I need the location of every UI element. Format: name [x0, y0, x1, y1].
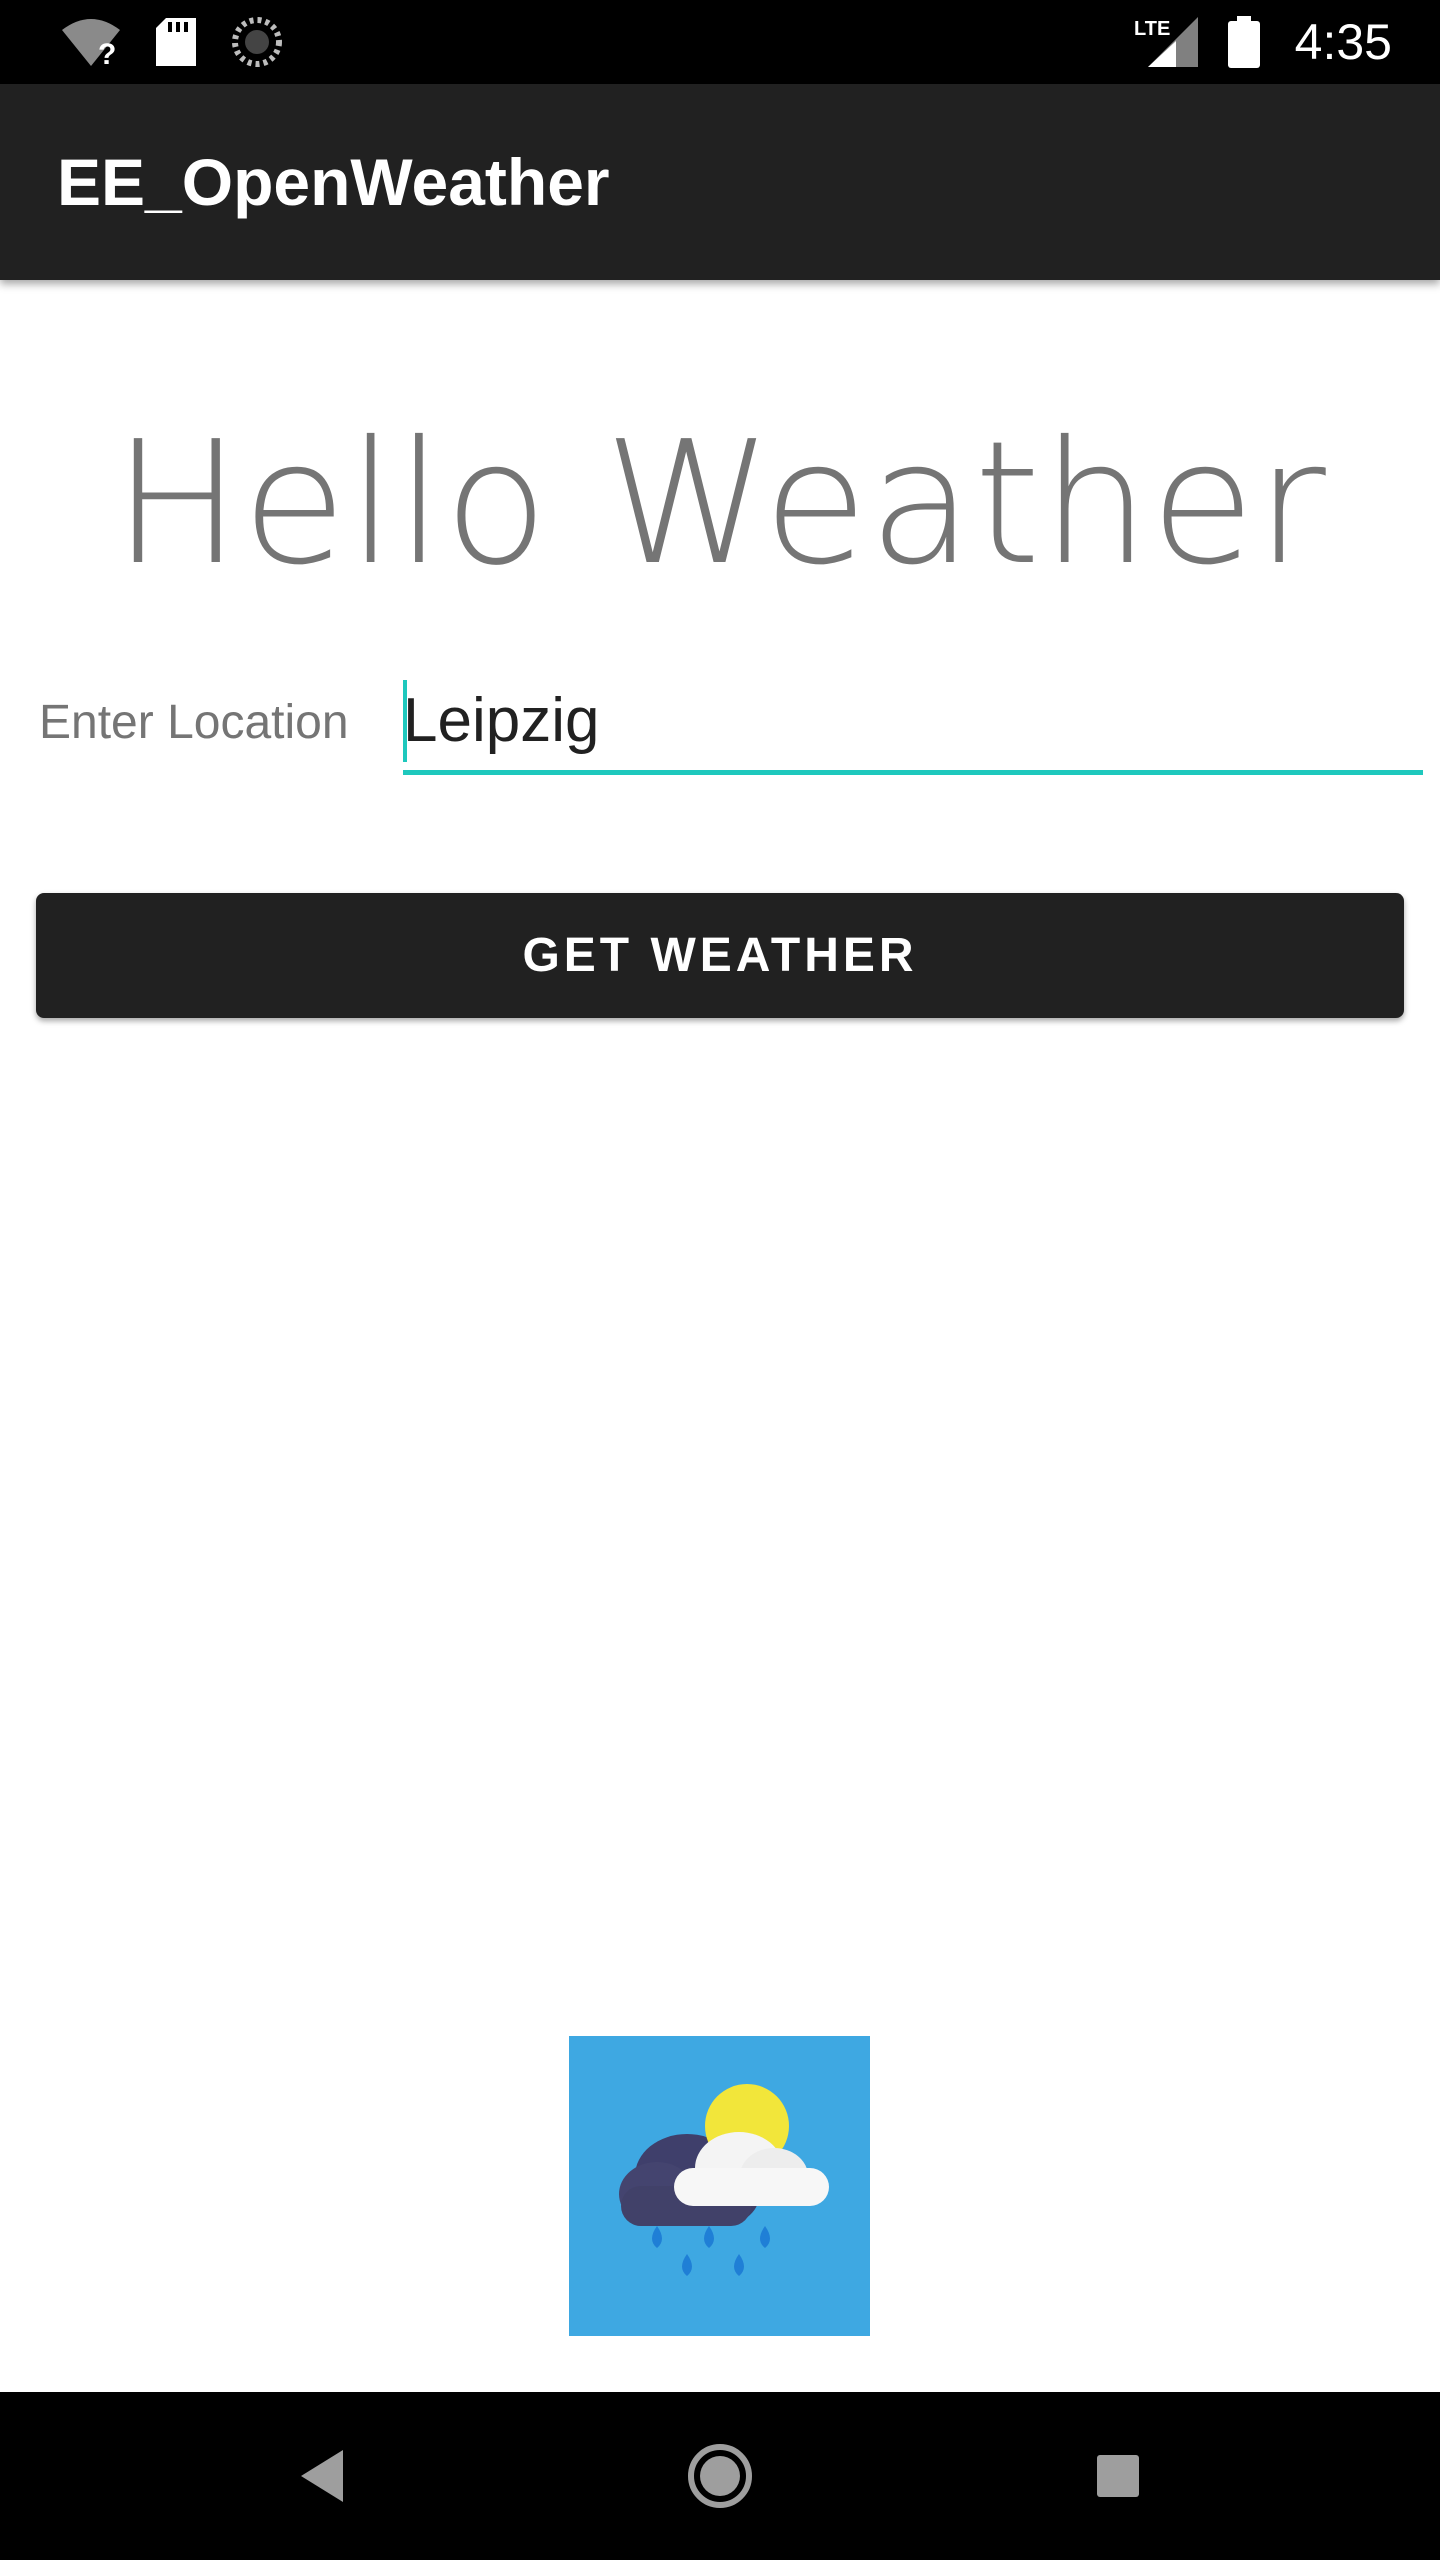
lte-signal-icon: LTE: [1134, 0, 1202, 84]
wifi-unknown-icon: ?: [60, 0, 122, 84]
page-heading: Hello Weather: [113, 405, 1327, 603]
status-bar: ? LTE 4:35: [0, 0, 1440, 84]
back-icon[interactable]: [262, 2392, 382, 2560]
svg-text:?: ?: [98, 38, 116, 68]
rain-cloud-sun-icon: [569, 2036, 870, 2336]
sync-icon: [232, 0, 282, 84]
battery-icon: [1228, 0, 1260, 84]
location-label: Enter Location: [39, 696, 349, 749]
app-bar: EE_OpenWeather: [0, 84, 1440, 280]
get-weather-button[interactable]: GET WEATHER: [36, 893, 1404, 1018]
text-cursor: [403, 680, 407, 762]
home-icon[interactable]: [660, 2392, 780, 2560]
location-input[interactable]: [403, 670, 1423, 775]
svg-text:LTE: LTE: [1134, 18, 1170, 40]
navigation-bar: [0, 2392, 1440, 2560]
sd-card-icon: [156, 0, 196, 84]
app-title: EE_OpenWeather: [57, 145, 610, 219]
clock-time: 4:35: [1294, 14, 1392, 70]
recents-icon[interactable]: [1058, 2392, 1178, 2560]
